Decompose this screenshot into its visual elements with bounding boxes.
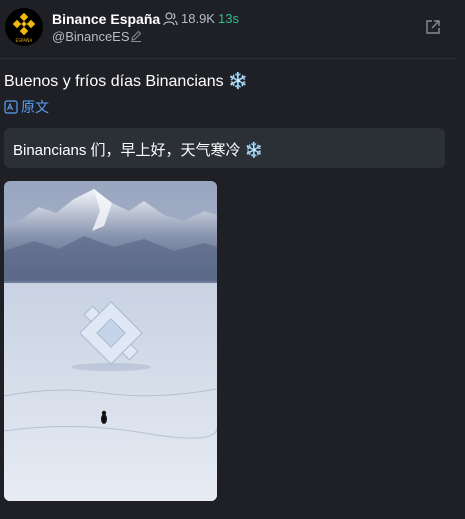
translation-box: Binancians 们，早上好，天气寒冷 ❄️ bbox=[4, 128, 445, 168]
snowflake-icon: ❄️ bbox=[228, 73, 249, 90]
translate-icon bbox=[4, 100, 18, 114]
account-handle[interactable]: @BinanceES bbox=[52, 29, 130, 44]
show-original-label: 原文 bbox=[21, 99, 49, 115]
post-text: Buenos y fríos días Binancians ❄️ bbox=[4, 71, 248, 91]
translation-content: Binancians 们，早上好，天气寒冷 bbox=[13, 142, 241, 159]
post-image-illustration bbox=[4, 181, 217, 501]
translation-text: Binancians 们，早上好，天气寒冷 ❄️ bbox=[13, 139, 263, 160]
snowflake-icon: ❄️ bbox=[244, 142, 264, 159]
avatar-caption: ESPAÑA bbox=[15, 38, 33, 43]
post-time: 13s bbox=[218, 11, 239, 26]
external-link-icon[interactable] bbox=[425, 19, 441, 35]
account-name[interactable]: Binance España bbox=[52, 11, 160, 27]
avatar[interactable]: ESPAÑA bbox=[5, 8, 43, 46]
binance-logo-icon bbox=[13, 13, 35, 35]
scrollbar[interactable] bbox=[455, 0, 465, 519]
follower-count: 18.9K bbox=[181, 11, 215, 26]
edit-icon[interactable] bbox=[130, 30, 142, 42]
post-image[interactable] bbox=[4, 181, 217, 501]
post-header: ESPAÑA Binance España 18.9K 13s @Binance… bbox=[0, 0, 465, 59]
users-icon bbox=[163, 12, 178, 26]
post-text-content: Buenos y fríos días Binancians bbox=[4, 73, 224, 90]
show-original-link[interactable]: 原文 bbox=[4, 97, 49, 117]
